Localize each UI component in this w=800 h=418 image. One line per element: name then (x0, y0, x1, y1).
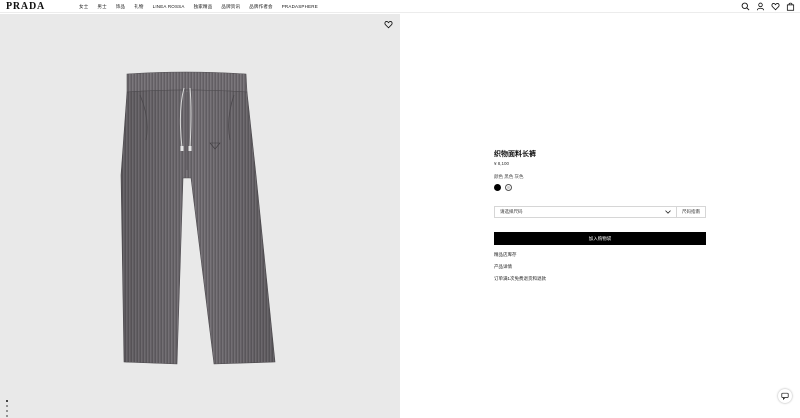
account-icon[interactable] (756, 2, 765, 11)
header-icons (741, 2, 795, 11)
nav-item-brand-news[interactable]: 品牌资讯 (221, 4, 240, 10)
bag-icon[interactable] (786, 2, 795, 11)
gallery-dot-2[interactable] (6, 405, 8, 407)
nav-item-women[interactable]: 女士 (79, 4, 88, 10)
product-links: 精品店库存 产品详情 订单满1次免费退货和退款 (494, 252, 546, 288)
size-select-placeholder: 请选择尺码 (500, 209, 523, 214)
heart-icon[interactable] (384, 20, 393, 29)
nav-item-brand-club[interactable]: 品牌作者会 (249, 4, 273, 10)
wishlist-icon[interactable] (771, 2, 780, 11)
swatch-grey[interactable] (505, 184, 512, 191)
gallery-dot-3[interactable] (6, 410, 8, 412)
gallery-dot-4[interactable] (6, 415, 8, 417)
search-icon[interactable] (741, 2, 750, 11)
product-details: 织物面料长裤 ¥ 8,100 颜色 黑色 灰色 请选择尺码 尺码指南 加入购物袋… (494, 150, 706, 281)
add-to-cart-button[interactable]: 加入购物袋 (494, 232, 706, 245)
chat-icon (781, 392, 789, 400)
color-swatches (494, 184, 512, 191)
product-image-panel[interactable] (0, 14, 400, 418)
prada-logo[interactable]: PRADA (6, 1, 45, 12)
main-nav: 女士 男士 饰品 礼物 LINEA ROSSA 独家精品 品牌资讯 品牌作者会 … (79, 0, 318, 13)
top-navigation-bar: PRADA 女士 男士 饰品 礼物 LINEA ROSSA 独家精品 品牌资讯 … (0, 0, 800, 13)
product-details-link[interactable]: 产品详情 (494, 264, 546, 270)
swatch-black[interactable] (494, 184, 501, 191)
chat-button[interactable] (778, 389, 792, 403)
product-image-trousers (120, 71, 276, 365)
nav-item-accessories[interactable]: 饰品 (116, 4, 125, 10)
nav-item-gifts[interactable]: 礼物 (134, 4, 143, 10)
size-select[interactable]: 请选择尺码 (494, 206, 677, 218)
nav-item-exclusive[interactable]: 独家精品 (194, 4, 213, 10)
color-label: 颜色 黑色 灰色 (494, 174, 524, 179)
gallery-dot-1[interactable] (6, 400, 8, 402)
size-row: 请选择尺码 尺码指南 (494, 206, 706, 218)
free-returns-link[interactable]: 订单满1次免费退货和退款 (494, 276, 546, 282)
store-availability-link[interactable]: 精品店库存 (494, 252, 546, 258)
nav-item-pradasphere[interactable]: PRADASPHERE (282, 4, 318, 9)
product-title: 织物面料长裤 (494, 151, 536, 158)
product-price: ¥ 8,100 (494, 161, 510, 166)
size-guide-link[interactable]: 尺码指南 (677, 206, 706, 218)
chevron-down-icon (665, 210, 671, 214)
nav-item-men[interactable]: 男士 (97, 4, 106, 10)
nav-item-linea-rossa[interactable]: LINEA ROSSA (153, 4, 185, 9)
gallery-pagination (6, 400, 8, 417)
